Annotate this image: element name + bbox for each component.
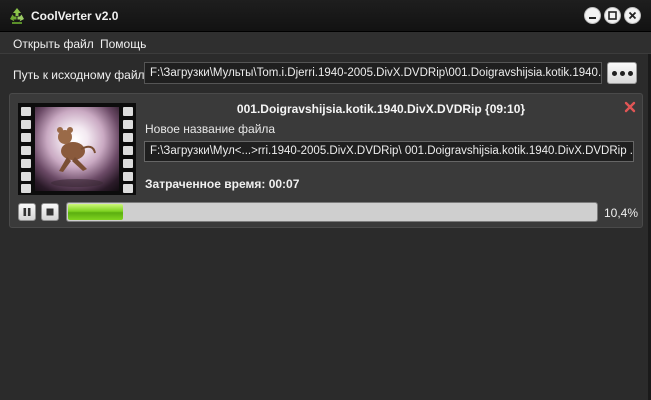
remove-task-icon[interactable] xyxy=(623,100,637,114)
close-button[interactable] xyxy=(624,7,641,24)
recycle-app-icon xyxy=(10,8,24,24)
title-bar[interactable]: CoolVerter v2.0 xyxy=(0,0,651,32)
maximize-icon xyxy=(608,11,617,20)
video-thumbnail xyxy=(18,103,136,195)
menu-help[interactable]: Помощь xyxy=(100,37,146,51)
window-title: CoolVerter v2.0 xyxy=(31,9,119,23)
menu-bar: Открыть файл Помощь xyxy=(0,32,651,54)
source-path-label: Путь к исходному файлу xyxy=(13,68,151,82)
progress-bar-fill xyxy=(68,204,124,220)
close-icon xyxy=(628,11,637,20)
cartoon-frame-image xyxy=(35,107,119,191)
task-file-title: 001.Doigravshijsia.kotik.1940.DivX.DVDRi… xyxy=(236,102,526,116)
elapsed-time: Затраченное время: 00:07 xyxy=(145,177,299,191)
stop-icon xyxy=(46,208,54,216)
new-name-input[interactable]: F:\Загрузки\Мул<...>rri.1940-2005.DivX.D… xyxy=(144,141,634,162)
pause-icon xyxy=(23,208,31,216)
stop-button[interactable] xyxy=(41,203,59,221)
conversion-task-panel: 001.Doigravshijsia.kotik.1940.DivX.DVDRi… xyxy=(9,93,643,228)
minimize-button[interactable] xyxy=(584,7,601,24)
elapsed-time-label: Затраченное время: xyxy=(145,177,266,191)
film-strip-left xyxy=(18,103,34,195)
minimize-icon xyxy=(589,17,596,19)
pause-button[interactable] xyxy=(18,203,36,221)
source-path-input[interactable]: F:\Загрузки\Мульты\Tom.i.Djerri.1940-200… xyxy=(144,62,602,84)
progress-percent: 10,4% xyxy=(604,206,639,220)
ellipsis-icon xyxy=(610,70,634,76)
film-strip-right xyxy=(120,103,136,195)
elapsed-time-value: 00:07 xyxy=(268,177,300,191)
menu-open-file[interactable]: Открыть файл xyxy=(13,37,94,51)
new-name-label: Новое название файла xyxy=(145,122,276,136)
maximize-button[interactable] xyxy=(604,7,621,24)
browse-button[interactable] xyxy=(607,62,637,84)
conversion-progress-bar xyxy=(66,202,598,222)
